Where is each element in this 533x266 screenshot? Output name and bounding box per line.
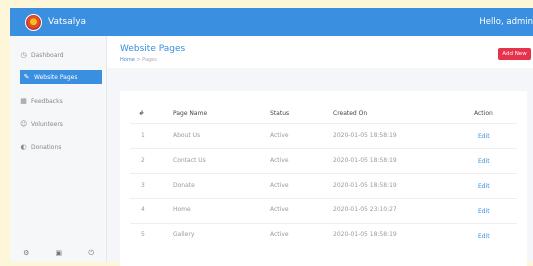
sidebar-item-website-pages[interactable]: ✎ Website Pages — [20, 70, 102, 84]
row-status: Active — [270, 132, 289, 139]
row-status: Active — [270, 182, 289, 189]
sidebar-item-label: Dashboard — [31, 51, 64, 59]
row-created-on: 2020-01-05 23:10:27 — [333, 206, 397, 213]
column-header-status: Status — [270, 110, 290, 117]
main-content: Website Pages Home > Pages Add New # Pag… — [107, 36, 533, 266]
column-header-created-on: Created On — [333, 110, 368, 117]
row-page-name: Donate — [173, 182, 195, 189]
row-number: 4 — [141, 206, 145, 213]
page-header: Website Pages Home > Pages Add New — [107, 36, 533, 68]
pages-icon: ✎ — [23, 72, 30, 81]
brand[interactable]: Vatsalya — [10, 8, 107, 36]
row-page-name: Contact Us — [173, 157, 206, 164]
edit-link[interactable]: Edit — [478, 208, 490, 215]
volunteers-icon: ☺ — [20, 119, 28, 128]
logo-icon — [25, 13, 42, 31]
column-header-number: # — [139, 110, 145, 117]
header-divider — [130, 123, 517, 124]
row-status: Active — [270, 157, 289, 164]
sidebar-item-label: Website Pages — [34, 73, 78, 81]
screen-icon[interactable]: ▣ — [56, 249, 63, 257]
sidebar-item-feedbacks[interactable]: ▦ Feedbacks — [20, 94, 102, 108]
breadcrumb-current: Pages — [142, 57, 157, 63]
column-header-action: Action — [474, 110, 493, 117]
row-status: Active — [270, 231, 289, 238]
column-header-page-name: Page Name — [173, 110, 208, 117]
edit-link[interactable]: Edit — [478, 133, 490, 140]
feedback-icon: ▦ — [20, 96, 27, 105]
breadcrumb-separator: > — [136, 57, 141, 63]
dashboard-icon: ◷ — [20, 50, 27, 59]
sidebar: ◷ Dashboard ✎ Website Pages ▦ Feedbacks … — [10, 36, 107, 262]
row-created-on: 2020-01-05 18:58:19 — [333, 157, 397, 164]
brand-name: Vatsalya — [48, 17, 87, 27]
row-divider — [130, 148, 517, 149]
top-bar: Vatsalya Hello, admin — [10, 8, 533, 36]
sidebar-item-donations[interactable]: ◐ Donations — [20, 140, 102, 154]
row-created-on: 2020-01-05 18:58:19 — [333, 132, 397, 139]
breadcrumb-home[interactable]: Home — [120, 57, 135, 63]
sidebar-footer: ⚙ ▣ ⏻ — [10, 244, 107, 262]
row-page-name: About Us — [173, 132, 201, 139]
settings-icon[interactable]: ⚙ — [23, 249, 29, 257]
page-title: Website Pages — [120, 44, 186, 54]
edit-link[interactable]: Edit — [478, 233, 490, 240]
row-page-name: Gallery — [173, 231, 195, 238]
sidebar-item-label: Volunteers — [31, 120, 63, 128]
row-divider — [130, 223, 517, 224]
row-page-name: Home — [173, 206, 191, 213]
row-number: 3 — [141, 182, 145, 189]
breadcrumb: Home > Pages — [120, 57, 157, 63]
donations-icon: ◐ — [20, 142, 27, 151]
edit-link[interactable]: Edit — [478, 158, 490, 165]
row-created-on: 2020-01-05 18:58:19 — [333, 231, 397, 238]
row-number: 1 — [141, 132, 145, 139]
sidebar-item-label: Feedbacks — [31, 97, 63, 105]
sidebar-item-label: Donations — [31, 143, 62, 151]
sidebar-item-volunteers[interactable]: ☺ Volunteers — [20, 117, 102, 131]
row-status: Active — [270, 206, 289, 213]
add-new-button[interactable]: Add New — [498, 48, 531, 60]
row-number: 2 — [141, 157, 145, 164]
power-icon[interactable]: ⏻ — [88, 249, 94, 258]
row-divider — [130, 198, 517, 199]
row-divider — [130, 173, 517, 174]
row-number: 5 — [141, 231, 145, 238]
sidebar-item-dashboard[interactable]: ◷ Dashboard — [20, 48, 102, 62]
pages-table: # Page Name Status Created On Action 1 A… — [120, 91, 527, 266]
edit-link[interactable]: Edit — [478, 183, 490, 190]
user-greeting[interactable]: Hello, admin — [479, 17, 533, 27]
app-window: Vatsalya Hello, admin ◷ Dashboard ✎ Webs… — [10, 8, 533, 266]
row-created-on: 2020-01-05 18:58:19 — [333, 182, 397, 189]
